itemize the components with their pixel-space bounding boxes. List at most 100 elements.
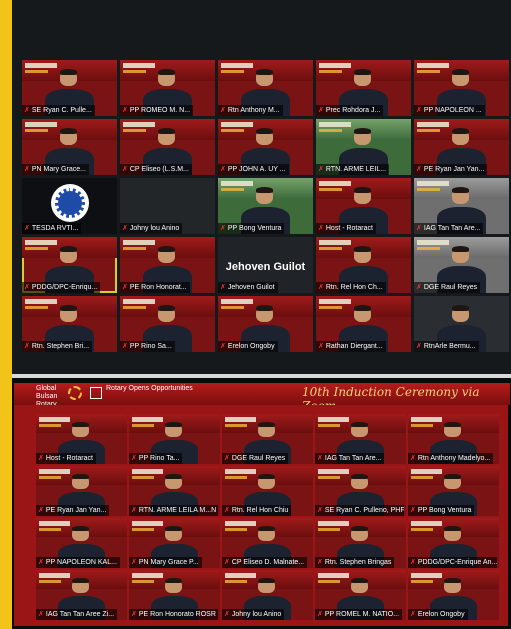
participant-hair: [351, 474, 368, 479]
rotary-wheel-icon: [68, 386, 82, 400]
participant-tile[interactable]: ✗ PP ROMEO M. N...: [120, 60, 215, 116]
participant-hair: [354, 245, 372, 252]
muted-mic-icon: ✗: [318, 343, 324, 350]
participant-tile[interactable]: ✗ RTN. ARME LEIL...: [316, 119, 411, 175]
participant-tile[interactable]: ✗ Host - Rotaract: [316, 178, 411, 234]
participant-tile[interactable]: ✗ IAG Tan Tan Are...: [315, 414, 406, 464]
participant-tile[interactable]: ✗ PE Ryan Jan Yan...: [414, 119, 509, 175]
participant-name-label: ✗ CP Eliseo D. Malnate...: [222, 557, 308, 568]
participant-tile[interactable]: ✗ Rtn. Rel Hon Ch...: [316, 237, 411, 293]
participant-name-label: ✗ PP Rino Ta...: [129, 453, 183, 464]
muted-mic-icon: ✗: [38, 507, 44, 514]
participant-hair: [165, 526, 182, 531]
participant-tile[interactable]: ✗ PE Ron Honorato ROSR: [129, 570, 220, 620]
participant-name: Rtn. Rel Hon Ch...: [325, 284, 383, 291]
participant-tile[interactable]: ✗ Prec Rohdora J...: [316, 60, 411, 116]
participant-hair: [444, 526, 461, 531]
participant-tile[interactable]: ✗ Erelon Ongoby: [408, 570, 499, 620]
participant-hair: [60, 304, 78, 311]
participant-name: Johny lou Anino: [231, 611, 282, 618]
participant-tile[interactable]: ✗ Host - Rotaract: [36, 414, 127, 464]
participant-tile[interactable]: ✗ PE Ron Honorat...: [120, 237, 215, 293]
participant-hair: [354, 304, 372, 311]
participant-tile[interactable]: ✗ PN Mary Grace...: [22, 119, 117, 175]
participant-tile[interactable]: ✗ Rtn Anthony Madelyo...: [408, 414, 499, 464]
participant-name-label: ✗ Rtn. Stephen Bri...: [22, 341, 93, 352]
participant-hair: [72, 474, 89, 479]
participant-tile[interactable]: ✗ Rtn. Stephen Bri...: [22, 296, 117, 352]
participant-tile[interactable]: ✗ PP Rino Sa...: [120, 296, 215, 352]
participant-tile[interactable]: ✗ Erelon Ongoby: [218, 296, 313, 352]
participant-tile[interactable]: ✗ CP Eliseo D. Malnate...: [222, 518, 313, 568]
participant-name: DGE Raul Reyes: [231, 455, 286, 462]
participant-name-label: ✗ PP Rino Sa...: [120, 341, 175, 352]
participant-tile[interactable]: ✗ PP JOHN A. UY ...: [218, 119, 313, 175]
participant-tile[interactable]: Jehoven Guilot ✗ Jehoven Guilot: [218, 237, 313, 293]
participant-tile[interactable]: ✗ PP NAPOLEON KAL...: [36, 518, 127, 568]
participant-name: Johny lou Anino: [129, 225, 180, 232]
participant-tile[interactable]: ✗ IAG Tan Tan Aree Zi...: [36, 570, 127, 620]
participant-name-label: ✗ PE Ryan Jan Yan...: [414, 164, 488, 175]
participant-tile[interactable]: ✗ Rtn. Stephen Bringas: [315, 518, 406, 568]
participant-name-label: ✗ PN Mary Grace P...: [129, 557, 202, 568]
ro-slogan: Rotary Opens Opportunities: [106, 385, 193, 392]
participant-tile[interactable]: ✗ TESDA RVTI...: [22, 178, 117, 234]
participant-name-label: ✗ DGE Raul Reyes: [222, 453, 289, 464]
participant-name-label: ✗ Rtn. Rel Hon Chiu: [222, 505, 292, 516]
participant-name: PP NAPOLEON ...: [423, 107, 482, 114]
participant-name-label: ✗ IAG Tan Tan Aree Zi...: [36, 609, 118, 620]
participant-name-label: ✗ TESDA RVTI...: [22, 223, 82, 234]
participant-tile[interactable]: ✗ DGE Raul Reyes: [414, 237, 509, 293]
participant-name: IAG Tan Tan Aree Zi...: [45, 611, 115, 618]
participant-hair: [60, 68, 78, 75]
muted-mic-icon: ✗: [38, 611, 44, 618]
participant-tile[interactable]: ✗ RTN. ARME LEILA M...N: [129, 466, 220, 516]
participant-tile[interactable]: ✗ CP Eliseo (L.S.M...: [120, 119, 215, 175]
participant-tile[interactable]: ✗ IAG Tan Tan Are...: [414, 178, 509, 234]
participant-name-label: ✗ DGE Raul Reyes: [414, 282, 481, 293]
participant-hair: [354, 127, 372, 134]
muted-mic-icon: ✗: [220, 225, 226, 232]
participant-hair: [258, 526, 275, 531]
participant-hair: [158, 127, 176, 134]
muted-mic-icon: ✗: [318, 284, 324, 291]
participant-name-label: ✗ PP ROMEL M. NATIO...: [315, 609, 403, 620]
participant-tile[interactable]: ✗ PN Mary Grace P...: [129, 518, 220, 568]
participant-display-name: Jehoven Guilot: [225, 261, 306, 273]
participant-name-label: ✗ PP Bong Ventura: [218, 223, 285, 234]
participant-tile[interactable]: ✗ RtnArle Bermu...: [414, 296, 509, 352]
participant-tile[interactable]: ✗ PP NAPOLEON ...: [414, 60, 509, 116]
participant-tile[interactable]: ✗ PDDG/DPC-Enriqu...: [22, 237, 117, 293]
participant-tile[interactable]: ✗ Rtn. Rel Hon Chiu: [222, 466, 313, 516]
muted-mic-icon: ✗: [38, 455, 44, 462]
participant-hair: [452, 304, 470, 311]
participant-name-label: ✗ Rtn Anthony M...: [218, 105, 283, 116]
participant-hair: [444, 578, 461, 583]
participant-name-label: ✗ Host - Rotaract: [36, 453, 96, 464]
participant-tile[interactable]: ✗ Johny lou Anino: [222, 570, 313, 620]
participant-name: CP Eliseo D. Malnate...: [231, 559, 305, 566]
participant-name: PP Rino Sa...: [129, 343, 172, 350]
participant-name: IAG Tan Tan Are...: [423, 225, 481, 232]
muted-mic-icon: ✗: [122, 343, 128, 350]
participant-tile[interactable]: ✗ PE Ryan Jan Yan...: [36, 466, 127, 516]
participant-tile[interactable]: ✗ SE Ryan C. Pulle...: [22, 60, 117, 116]
participant-tile[interactable]: ✗ Rtn Anthony M...: [218, 60, 313, 116]
participant-tile[interactable]: ✗ DGE Raul Reyes: [222, 414, 313, 464]
muted-mic-icon: ✗: [122, 284, 128, 291]
participant-tile[interactable]: ✗ Johny lou Anino: [120, 178, 215, 234]
participant-hair: [452, 68, 470, 75]
participant-tile[interactable]: ✗ SE Ryan C. Pulleno, PHF: [315, 466, 406, 516]
participant-tile[interactable]: ✗ PDDG/DPC-Enrique An...: [408, 518, 499, 568]
participant-tile[interactable]: ✗ PP ROMEL M. NATIO...: [315, 570, 406, 620]
participant-name: Rtn Anthony Madelyo...: [417, 455, 491, 462]
participant-tile[interactable]: ✗ PP Bong Ventura: [218, 178, 313, 234]
participant-tile[interactable]: ✗ PP Bong Ventura: [408, 466, 499, 516]
muted-mic-icon: ✗: [122, 166, 128, 173]
participant-tile[interactable]: ✗ Rathan Diergant...: [316, 296, 411, 352]
participant-hair: [452, 186, 470, 193]
participant-name: PDDG/DPC-Enriqu...: [31, 284, 98, 291]
muted-mic-icon: ✗: [318, 166, 324, 173]
participant-tile[interactable]: ✗ PP Rino Ta...: [129, 414, 220, 464]
muted-mic-icon: ✗: [224, 507, 230, 514]
